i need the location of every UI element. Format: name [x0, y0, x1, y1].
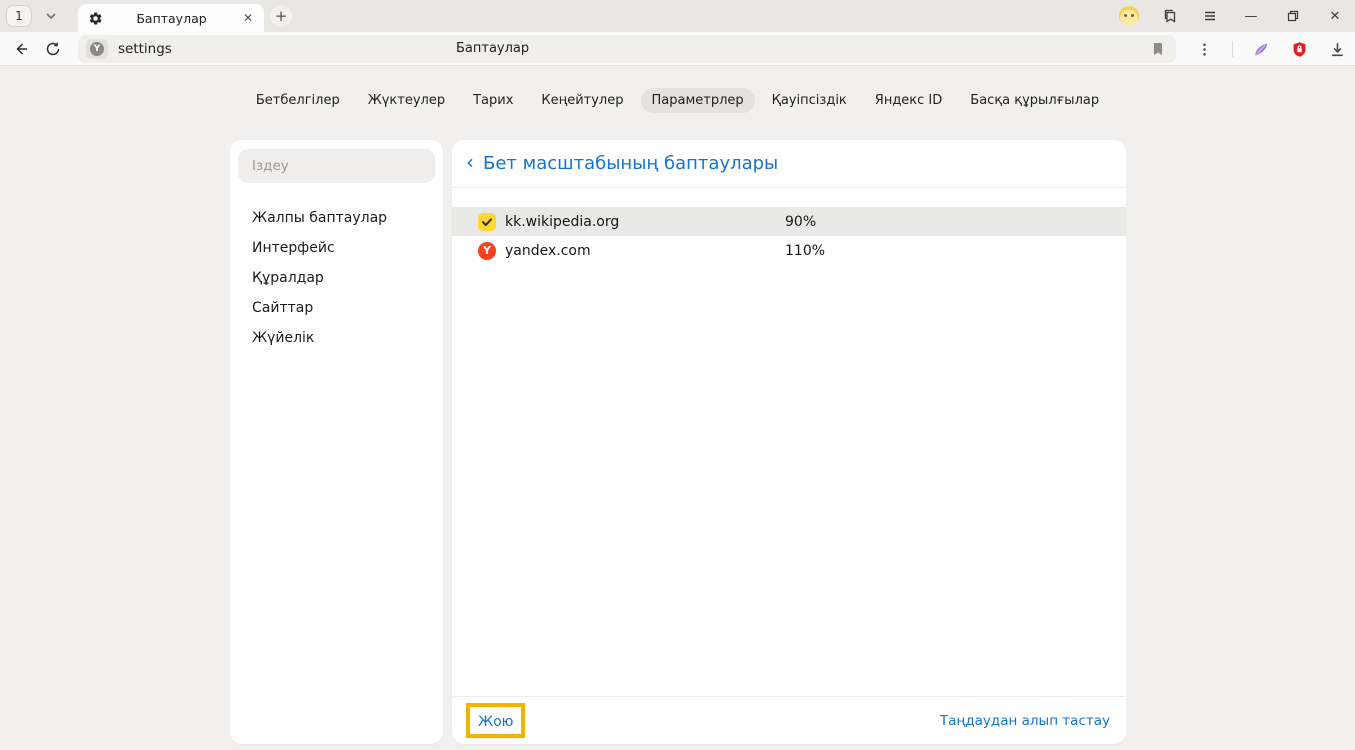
zoom-sites-list: kk.wikipedia.org 90% Y yandex.com 110%: [452, 188, 1126, 696]
site-badge[interactable]: Y: [86, 39, 108, 59]
alice-feather-icon[interactable]: [1251, 39, 1271, 59]
settings-search-input[interactable]: [238, 149, 435, 183]
tab-strip: 1 Баптаулар ✕ + — ✕: [0, 0, 1355, 32]
panel-footer: Жою Таңдаудан алып тастау: [452, 696, 1126, 744]
browser-menu-icon[interactable]: [1201, 7, 1219, 25]
gear-icon: [88, 11, 103, 26]
zoom-site-row[interactable]: kk.wikipedia.org 90%: [452, 207, 1126, 236]
sidebar-item-interface[interactable]: Интерфейс: [238, 233, 435, 263]
settings-sidebar: Жалпы баптаулар Интерфейс Құралдар Сайтт…: [230, 140, 443, 744]
zoom-site-row[interactable]: Y yandex.com 110%: [452, 236, 1126, 265]
window-close-button[interactable]: ✕: [1325, 6, 1345, 26]
tab-list-chevron-down-icon[interactable]: [38, 5, 64, 27]
browser-toolbar: Y settings Баптаулар: [0, 32, 1355, 66]
toolbar-divider: [1232, 41, 1233, 57]
site-zoom-value: 90%: [785, 214, 816, 230]
nav-tab-yandex-id[interactable]: Яндекс ID: [864, 88, 954, 113]
protect-shield-icon[interactable]: [1289, 39, 1309, 59]
back-chevron-icon[interactable]: ‹: [466, 152, 474, 175]
sidebar-item-general[interactable]: Жалпы баптаулар: [238, 203, 435, 233]
delete-button-highlight-box: Жою: [466, 703, 525, 738]
panel-title[interactable]: Бет масштабының баптаулары: [483, 153, 778, 174]
nav-tab-other-devices[interactable]: Басқа құрылғылар: [959, 88, 1110, 113]
address-url-text: settings: [118, 41, 172, 57]
new-tab-button[interactable]: +: [270, 5, 292, 27]
sidebar-item-sites[interactable]: Сайттар: [238, 293, 435, 323]
deselect-all-link[interactable]: Таңдаудан алып тастау: [940, 713, 1110, 729]
settings-nav: Бетбелгілер Жүктеулер Тарих Кеңейтулер П…: [0, 88, 1355, 113]
address-page-title: Баптаулар: [456, 35, 529, 63]
checkbox-checked-icon[interactable]: [478, 213, 496, 231]
page-zoom-settings-panel: ‹ Бет масштабының баптаулары kk.wikipedi…: [452, 140, 1126, 744]
user-avatar[interactable]: [1119, 6, 1139, 26]
nav-tab-history[interactable]: Тарих: [462, 88, 524, 113]
window-restore-button[interactable]: [1283, 6, 1303, 26]
tab-close-icon[interactable]: ✕: [240, 10, 256, 26]
reload-icon[interactable]: [42, 38, 64, 60]
nav-tab-settings[interactable]: Параметрлер: [641, 88, 755, 113]
tab-counter-button[interactable]: 1: [6, 5, 32, 27]
nav-tab-bookmarks[interactable]: Бетбелгілер: [245, 88, 351, 113]
side-panels-icon[interactable]: [1161, 7, 1179, 25]
sidebar-section-list: Жалпы баптаулар Интерфейс Құралдар Сайтт…: [238, 203, 435, 353]
nav-tab-extensions[interactable]: Кеңейтулер: [530, 88, 634, 113]
sidebar-item-system[interactable]: Жүйелік: [238, 323, 435, 353]
address-bar[interactable]: Y settings Баптаулар: [78, 35, 1176, 63]
site-zoom-value: 110%: [785, 243, 825, 259]
downloads-icon[interactable]: [1327, 39, 1347, 59]
window-minimize-button[interactable]: —: [1241, 6, 1261, 26]
sidebar-item-tools[interactable]: Құралдар: [238, 263, 435, 293]
nav-tab-security[interactable]: Қауіпсіздік: [761, 88, 858, 113]
back-icon[interactable]: [10, 38, 32, 60]
bookmark-flag-icon[interactable]: [1150, 41, 1166, 57]
nav-tab-downloads[interactable]: Жүктеулер: [357, 88, 456, 113]
panel-header: ‹ Бет масштабының баптаулары: [452, 140, 1126, 188]
tab-title: Баптаулар: [103, 11, 240, 26]
toolbar-kebab-menu-icon[interactable]: [1194, 39, 1214, 59]
yandex-browser-icon: Y: [90, 42, 104, 56]
delete-button[interactable]: Жою: [478, 714, 513, 730]
site-domain: kk.wikipedia.org: [505, 214, 619, 230]
site-domain: yandex.com: [505, 243, 591, 259]
browser-tab-settings[interactable]: Баптаулар ✕: [78, 4, 264, 32]
yandex-favicon: Y: [478, 242, 496, 260]
